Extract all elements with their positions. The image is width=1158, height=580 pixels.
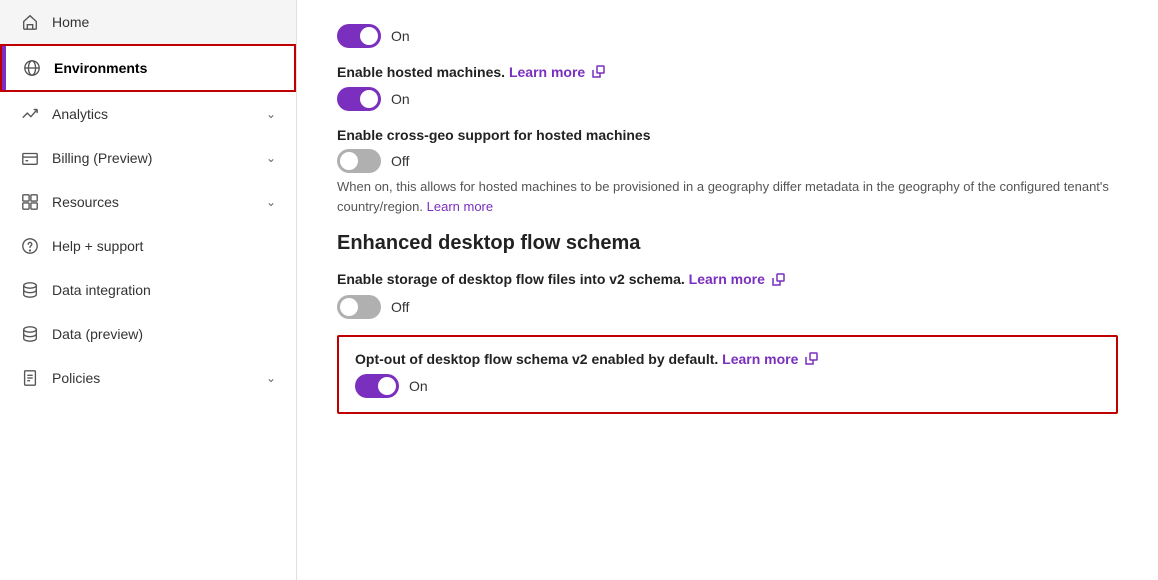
storage-toggle-row: Off xyxy=(337,295,1118,319)
storage-setting: Enable storage of desktop flow files int… xyxy=(337,271,1118,318)
sidebar-item-help-label: Help + support xyxy=(52,238,276,254)
sidebar-item-data-integration[interactable]: Data integration xyxy=(0,268,296,312)
chevron-down-icon-resources: ⌄ xyxy=(266,195,276,209)
hosted-machines-toggle-knob xyxy=(360,90,378,108)
opt-out-toggle-label: On xyxy=(409,378,428,394)
sidebar-item-policies[interactable]: Policies ⌄ xyxy=(0,356,296,400)
storage-learn-more[interactable]: Learn more xyxy=(689,271,765,287)
opt-out-toggle-knob xyxy=(378,377,396,395)
sidebar-item-billing-label: Billing (Preview) xyxy=(52,150,254,166)
sidebar-item-resources-label: Resources xyxy=(52,194,254,210)
enhanced-schema-title: Enhanced desktop flow schema xyxy=(337,232,1118,255)
top-toggle-container: On xyxy=(337,24,1118,48)
main-content: On Enable hosted machines. Learn more On… xyxy=(297,0,1158,580)
enhanced-schema-section: Enhanced desktop flow schema Enable stor… xyxy=(337,232,1118,414)
sidebar-item-data-preview[interactable]: Data (preview) xyxy=(0,312,296,356)
hosted-machines-toggle-label: On xyxy=(391,91,410,107)
storage-toggle-label: Off xyxy=(391,299,409,315)
storage-label: Enable storage of desktop flow files int… xyxy=(337,271,1118,288)
storage-external-icon xyxy=(772,273,785,289)
analytics-icon xyxy=(20,104,40,124)
hosted-machines-setting: Enable hosted machines. Learn more On xyxy=(337,64,1118,111)
home-icon xyxy=(20,12,40,32)
top-toggle-label: On xyxy=(391,28,410,44)
active-indicator xyxy=(2,46,6,90)
opt-out-learn-more[interactable]: Learn more xyxy=(722,351,798,367)
cross-geo-toggle-row: Off xyxy=(337,149,1118,173)
sidebar-item-home-label: Home xyxy=(52,14,276,30)
top-toggle-knob xyxy=(360,27,378,45)
opt-out-external-icon xyxy=(805,352,818,368)
hosted-machines-toggle[interactable] xyxy=(337,87,381,111)
sidebar-item-help-support[interactable]: Help + support xyxy=(0,224,296,268)
cross-geo-toggle-knob xyxy=(340,152,358,170)
opt-out-highlighted-box: Opt-out of desktop flow schema v2 enable… xyxy=(337,335,1118,414)
help-icon xyxy=(20,236,40,256)
sidebar-item-policies-label: Policies xyxy=(52,370,254,386)
sidebar-item-resources[interactable]: Resources ⌄ xyxy=(0,180,296,224)
sidebar-item-analytics[interactable]: Analytics ⌄ xyxy=(0,92,296,136)
top-toggle[interactable] xyxy=(337,24,381,48)
data-integration-icon xyxy=(20,280,40,300)
storage-toggle[interactable] xyxy=(337,295,381,319)
cross-geo-toggle-label: Off xyxy=(391,153,409,169)
hosted-machines-learn-more[interactable]: Learn more xyxy=(509,64,585,80)
sidebar-item-environments-label: Environments xyxy=(54,60,274,76)
sidebar-item-environments[interactable]: Environments xyxy=(0,44,296,92)
storage-toggle-knob xyxy=(340,298,358,316)
globe-icon xyxy=(22,58,42,78)
external-link-icon xyxy=(592,65,605,81)
data-preview-icon xyxy=(20,324,40,344)
chevron-down-icon: ⌄ xyxy=(266,107,276,121)
sidebar-item-data-integration-label: Data integration xyxy=(52,282,276,298)
hosted-machines-label: Enable hosted machines. Learn more xyxy=(337,64,1118,81)
hosted-machines-toggle-row: On xyxy=(337,87,1118,111)
cross-geo-learn-more[interactable]: Learn more xyxy=(427,199,493,214)
cross-geo-label: Enable cross-geo support for hosted mach… xyxy=(337,127,1118,143)
top-toggle-row: On xyxy=(337,24,1118,48)
sidebar-item-home[interactable]: Home xyxy=(0,0,296,44)
chevron-down-icon-billing: ⌄ xyxy=(266,151,276,165)
sidebar-item-analytics-label: Analytics xyxy=(52,106,254,122)
cross-geo-setting: Enable cross-geo support for hosted mach… xyxy=(337,127,1118,216)
billing-icon xyxy=(20,148,40,168)
opt-out-toggle[interactable] xyxy=(355,374,399,398)
chevron-down-icon-policies: ⌄ xyxy=(266,371,276,385)
cross-geo-description: When on, this allows for hosted machines… xyxy=(337,177,1118,216)
resources-icon xyxy=(20,192,40,212)
sidebar-item-data-preview-label: Data (preview) xyxy=(52,326,276,342)
opt-out-toggle-row: On xyxy=(355,374,1100,398)
sidebar-item-billing[interactable]: Billing (Preview) ⌄ xyxy=(0,136,296,180)
sidebar: Home Environments Analytics ⌄ Billing (P… xyxy=(0,0,297,580)
opt-out-label: Opt-out of desktop flow schema v2 enable… xyxy=(355,351,1100,368)
policies-icon xyxy=(20,368,40,388)
cross-geo-toggle[interactable] xyxy=(337,149,381,173)
